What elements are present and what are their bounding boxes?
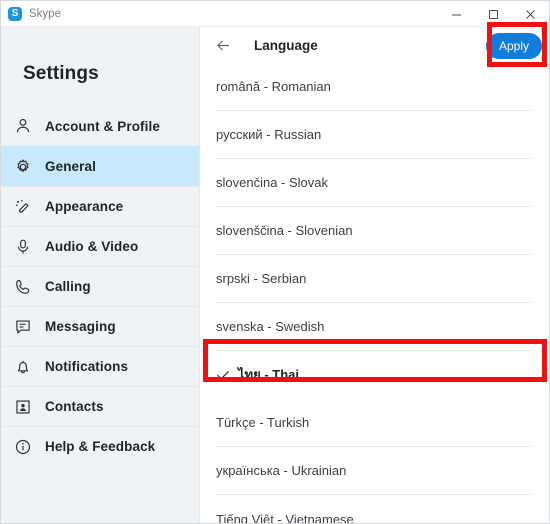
language-row-swedish[interactable]: svenska - Swedish	[216, 303, 533, 351]
language-row-thai[interactable]: ไทย - Thai	[216, 351, 533, 399]
language-row-vietnamese[interactable]: Tiếng Việt - Vietnamese	[216, 495, 533, 524]
language-panel: Language Apply română - Romanian русский…	[201, 27, 549, 524]
phone-icon	[13, 277, 33, 297]
language-row-serbian[interactable]: srpski - Serbian	[216, 255, 533, 303]
sidebar-item-label: Calling	[45, 279, 91, 294]
gear-icon	[13, 157, 33, 177]
sidebar-item-messaging[interactable]: Messaging	[1, 306, 199, 346]
sidebar-item-label: Contacts	[45, 399, 104, 414]
maximize-button[interactable]	[475, 1, 512, 27]
language-label: русский - Russian	[216, 127, 322, 142]
sidebar-item-notifications[interactable]: Notifications	[1, 346, 199, 386]
sidebar-title: Settings	[23, 63, 99, 84]
language-row-slovak[interactable]: slovenčina - Slovak	[216, 159, 533, 207]
language-row-ukrainian[interactable]: українська - Ukrainian	[216, 447, 533, 495]
sidebar-item-calling[interactable]: Calling	[1, 266, 199, 306]
language-row-slovenian[interactable]: slovenščina - Slovenian	[216, 207, 533, 255]
panel-header: Language Apply	[201, 27, 549, 63]
sidebar-item-label: Appearance	[45, 199, 124, 214]
contact-card-icon	[13, 397, 33, 417]
skype-settings-window: S Skype Settings Account & Profile Gener…	[0, 0, 550, 524]
language-label: slovenščina - Slovenian	[216, 223, 353, 238]
window-title: Skype	[29, 7, 61, 20]
sidebar-item-label: Help & Feedback	[45, 439, 156, 454]
language-label: română - Romanian	[216, 79, 331, 94]
language-label: ไทย - Thai	[238, 367, 300, 382]
language-label: slovenčina - Slovak	[216, 175, 328, 190]
sidebar-item-label: Messaging	[45, 319, 116, 334]
sidebar-item-audio-video[interactable]: Audio & Video	[1, 226, 199, 266]
close-button[interactable]	[512, 1, 549, 27]
sidebar-item-label: Notifications	[45, 359, 129, 374]
title-bar: S Skype	[1, 1, 549, 27]
sidebar-item-contacts[interactable]: Contacts	[1, 386, 199, 426]
language-row-romanian[interactable]: română - Romanian	[216, 63, 533, 111]
bell-icon	[13, 357, 33, 377]
language-label: svenska - Swedish	[216, 319, 325, 334]
language-label: srpski - Serbian	[216, 271, 307, 286]
microphone-icon	[13, 237, 33, 257]
person-icon	[13, 116, 33, 136]
page-title: Language	[254, 37, 318, 53]
sidebar-item-label: Audio & Video	[45, 239, 139, 254]
language-list: română - Romanian русский - Russian slov…	[201, 63, 549, 524]
sidebar-item-appearance[interactable]: Appearance	[1, 186, 199, 226]
apply-button[interactable]: Apply	[486, 33, 542, 59]
language-label: українська - Ukrainian	[216, 463, 347, 478]
info-circle-icon	[13, 437, 33, 457]
title-bar-identity: S Skype	[1, 6, 61, 21]
sidebar-item-help-feedback[interactable]: Help & Feedback	[1, 426, 199, 466]
sidebar-item-label: General	[45, 159, 96, 174]
sidebar-nav: Account & Profile General Appearance Aud…	[1, 106, 199, 466]
sidebar-item-general[interactable]: General	[1, 146, 199, 186]
back-arrow-icon[interactable]	[213, 35, 233, 55]
language-label: Tiếng Việt - Vietnamese	[216, 511, 354, 524]
sidebar-item-label: Account & Profile	[45, 118, 160, 134]
checkmark-icon	[216, 368, 230, 382]
minimize-button[interactable]	[438, 1, 475, 27]
sidebar-item-account-profile[interactable]: Account & Profile	[1, 106, 199, 146]
settings-sidebar: Settings Account & Profile General Appea…	[1, 27, 200, 523]
speech-bubble-icon	[13, 317, 33, 337]
window-controls	[438, 1, 549, 27]
language-label: Türkçe - Turkish	[216, 415, 310, 430]
language-row-turkish[interactable]: Türkçe - Turkish	[216, 399, 533, 447]
skype-logo-icon: S	[8, 6, 22, 21]
language-row-russian[interactable]: русский - Russian	[216, 111, 533, 159]
magic-wand-icon	[13, 197, 33, 217]
